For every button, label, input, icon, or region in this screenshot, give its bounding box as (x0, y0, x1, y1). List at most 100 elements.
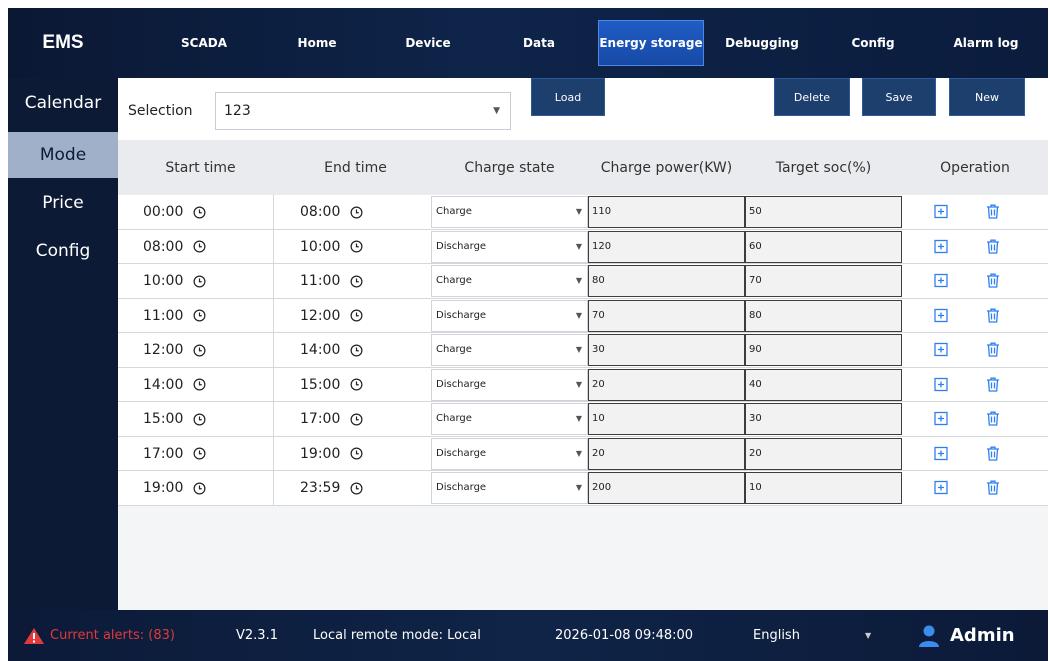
sidebar-item-config[interactable]: Config (8, 228, 118, 274)
charge-power-input[interactable]: 20 (588, 437, 745, 470)
clock-icon (193, 309, 206, 322)
charge-state-select[interactable]: Discharge ▼ (431, 230, 588, 263)
delete-row-icon[interactable] (986, 239, 1000, 254)
selection-dropdown[interactable]: 123 ▼ (215, 92, 511, 130)
add-row-icon[interactable] (934, 308, 948, 323)
end-time-value: 14:00 (300, 342, 341, 358)
start-time-field[interactable]: 00:00 (143, 195, 206, 229)
version-text: V2.3.1 (236, 628, 278, 643)
delete-button[interactable]: Delete (774, 78, 850, 116)
table-row: 08:00 10:00 Discharge ▼ 120 60 (118, 229, 1048, 264)
start-time-field[interactable]: 14:00 (143, 368, 206, 402)
header-operation: Operation (940, 159, 1010, 176)
end-time-field[interactable]: 08:00 (300, 195, 363, 229)
chevron-down-icon: ▼ (575, 379, 582, 389)
sidebar-item-mode[interactable]: Mode (8, 132, 118, 178)
charge-state-select[interactable]: Charge ▼ (431, 196, 588, 228)
selection-label: Selection (128, 103, 193, 119)
start-time-field[interactable]: 10:00 (143, 264, 206, 298)
add-row-icon[interactable] (934, 411, 948, 426)
nav-debugging[interactable]: Debugging (720, 20, 804, 66)
nav-home[interactable]: Home (274, 20, 360, 66)
target-soc-input[interactable]: 20 (745, 437, 902, 470)
start-time-field[interactable]: 19:00 (143, 471, 206, 505)
new-button[interactable]: New (949, 78, 1025, 116)
start-time-field[interactable]: 08:00 (143, 230, 206, 264)
charge-state-select[interactable]: Discharge ▼ (431, 437, 588, 470)
start-time-field[interactable]: 11:00 (143, 299, 206, 333)
chevron-down-icon: ▼ (575, 448, 582, 458)
chevron-down-icon: ▼ (575, 414, 582, 423)
delete-row-icon[interactable] (986, 377, 1000, 392)
nav-alarm-log[interactable]: Alarm log (936, 20, 1036, 66)
charge-state-select[interactable]: Charge ▼ (431, 403, 588, 435)
target-soc-input[interactable]: 50 (745, 196, 902, 228)
add-row-icon[interactable] (934, 446, 948, 461)
delete-row-icon[interactable] (986, 411, 1000, 426)
delete-row-icon[interactable] (986, 342, 1000, 357)
charge-state-select[interactable]: Discharge ▼ (431, 299, 588, 332)
charge-power-input[interactable]: 200 (588, 472, 745, 504)
alerts-indicator[interactable]: Current alerts: (83) (22, 610, 175, 661)
target-soc-input[interactable]: 40 (745, 368, 902, 401)
table-header: Start time End time Charge state Charge … (118, 140, 1048, 195)
end-time-field[interactable]: 12:00 (300, 299, 363, 333)
charge-state-select[interactable]: Discharge ▼ (431, 368, 588, 401)
charge-power-input[interactable]: 110 (588, 196, 745, 228)
end-time-field[interactable]: 10:00 (300, 230, 363, 264)
charge-power-input[interactable]: 80 (588, 265, 745, 297)
charge-power-input[interactable]: 20 (588, 368, 745, 401)
charge-power-input[interactable]: 120 (588, 230, 745, 263)
charge-state-select[interactable]: Charge ▼ (431, 265, 588, 297)
column-divider (273, 367, 274, 402)
sidebar-item-price[interactable]: Price (8, 180, 118, 226)
end-time-field[interactable]: 15:00 (300, 368, 363, 402)
target-soc-input[interactable]: 10 (745, 472, 902, 504)
user-menu[interactable]: Admin (918, 610, 1015, 661)
target-soc-input[interactable]: 30 (745, 403, 902, 435)
nav-data[interactable]: Data (500, 20, 578, 66)
charge-power-input[interactable]: 10 (588, 403, 745, 435)
charge-state-select[interactable]: Charge ▼ (431, 334, 588, 366)
add-row-icon[interactable] (934, 204, 948, 219)
table-row: 17:00 19:00 Discharge ▼ 20 20 (118, 436, 1048, 471)
nav-energy-storage[interactable]: Energy storage (598, 20, 704, 66)
language-select[interactable]: English ▼ (753, 610, 873, 661)
delete-row-icon[interactable] (986, 308, 1000, 323)
charge-power-input[interactable]: 30 (588, 334, 745, 366)
nav-device[interactable]: Device (384, 20, 472, 66)
charge-state-select[interactable]: Discharge ▼ (431, 472, 588, 504)
delete-row-icon[interactable] (986, 204, 1000, 219)
target-soc-input[interactable]: 70 (745, 265, 902, 297)
nav-scada[interactable]: SCADA (152, 20, 256, 66)
end-time-field[interactable]: 11:00 (300, 264, 363, 298)
target-soc-input[interactable]: 90 (745, 334, 902, 366)
end-time-value: 19:00 (300, 445, 341, 462)
add-row-icon[interactable] (934, 480, 948, 495)
start-time-field[interactable]: 12:00 (143, 333, 206, 367)
alerts-text: Current alerts: (83) (50, 628, 175, 643)
load-button[interactable]: Load (531, 78, 605, 116)
start-time-field[interactable]: 15:00 (143, 402, 206, 436)
sidebar-item-calendar[interactable]: Calendar (8, 80, 118, 126)
add-row-icon[interactable] (934, 239, 948, 254)
add-row-icon[interactable] (934, 377, 948, 392)
end-time-field[interactable]: 17:00 (300, 402, 363, 436)
end-time-field[interactable]: 19:00 (300, 437, 363, 471)
target-soc-input[interactable]: 60 (745, 230, 902, 263)
start-time-field[interactable]: 17:00 (143, 437, 206, 471)
add-row-icon[interactable] (934, 273, 948, 288)
nav-config[interactable]: Config (830, 20, 916, 66)
end-time-field[interactable]: 23:59 (300, 471, 363, 505)
delete-row-icon[interactable] (986, 446, 1000, 461)
add-row-icon[interactable] (934, 342, 948, 357)
start-time-value: 14:00 (143, 376, 184, 393)
delete-row-icon[interactable] (986, 480, 1000, 495)
charge-power-input[interactable]: 70 (588, 299, 745, 332)
end-time-field[interactable]: 14:00 (300, 333, 363, 367)
save-button[interactable]: Save (862, 78, 936, 116)
schedule-table: 00:00 08:00 Charge ▼ 110 50 08:00 10:00 … (118, 195, 1048, 506)
delete-row-icon[interactable] (986, 273, 1000, 288)
target-soc-input[interactable]: 80 (745, 299, 902, 332)
column-divider (273, 471, 274, 505)
